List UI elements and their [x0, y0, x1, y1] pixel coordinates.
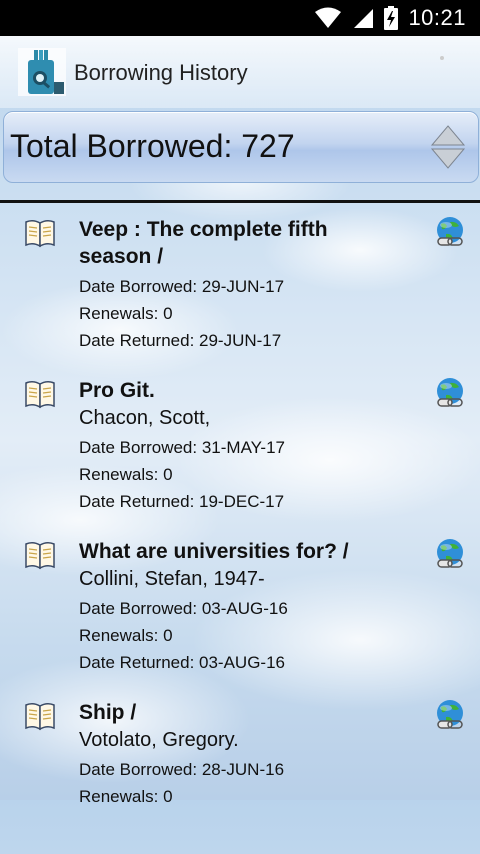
item-renewals: Renewals: 0: [79, 626, 173, 645]
overflow-indicator: [440, 56, 444, 60]
cell-signal-icon: [354, 9, 374, 28]
globe-link-icon[interactable]: [434, 538, 466, 570]
item-date-returned: Date Returned: 29-JUN-17: [79, 331, 282, 350]
globe-link-icon[interactable]: [434, 216, 466, 248]
app-title: Borrowing History: [74, 60, 248, 85]
list-item[interactable]: Pro Git. Chacon, Scott, Date Borrowed: 3…: [0, 371, 480, 532]
list-item[interactable]: Veep : The complete fifth season / Date …: [0, 210, 480, 371]
item-date-borrowed: Date Borrowed: 31-MAY-17: [79, 438, 285, 457]
book-icon: [25, 541, 55, 570]
borrowing-list: Veep : The complete fifth season / Date …: [0, 210, 480, 854]
status-bar: 10:21: [0, 0, 480, 36]
item-author: Votolato, Gregory.: [79, 729, 239, 751]
status-clock: 10:21: [408, 5, 466, 30]
total-borrowed-spinner[interactable]: Total Borrowed: 727: [3, 111, 479, 183]
item-title: What are universities for? /: [79, 540, 349, 563]
item-renewals: Renewals: 0: [79, 465, 173, 484]
list-item[interactable]: Ship / Votolato, Gregory. Date Borrowed:…: [0, 693, 480, 854]
library-app-icon[interactable]: [18, 48, 66, 96]
wifi-icon: [315, 7, 342, 28]
app-bar: Borrowing History: [0, 36, 480, 108]
item-date-returned: Date Returned: 03-AUG-16: [79, 653, 285, 672]
item-title: Veep : The complete fifth season /: [79, 218, 328, 268]
item-date-borrowed: Date Borrowed: 29-JUN-17: [79, 277, 285, 296]
item-title: Pro Git.: [79, 379, 155, 402]
item-date-borrowed: Date Borrowed: 03-AUG-16: [79, 599, 288, 618]
book-icon: [25, 702, 55, 731]
total-borrowed-label: Total Borrowed: 727: [10, 128, 295, 164]
globe-link-icon[interactable]: [434, 377, 466, 409]
item-author: Collini, Stefan, 1947-: [79, 568, 265, 590]
item-date-returned: Date Returned: 19-DEC-17: [79, 492, 285, 511]
book-icon: [25, 380, 55, 409]
item-renewals: Renewals: 0: [79, 304, 173, 323]
globe-link-icon[interactable]: [434, 699, 466, 731]
list-item[interactable]: What are universities for? / Collini, St…: [0, 532, 480, 693]
item-renewals: Renewals: 0: [79, 787, 173, 806]
battery-charging-icon: [384, 6, 399, 30]
header-divider: [0, 200, 480, 203]
item-title: Ship /: [79, 701, 137, 724]
book-icon: [25, 219, 55, 248]
spinner-up-down-icon[interactable]: [430, 124, 466, 170]
item-author: Chacon, Scott,: [79, 407, 211, 429]
item-date-borrowed: Date Borrowed: 28-JUN-16: [79, 760, 285, 779]
